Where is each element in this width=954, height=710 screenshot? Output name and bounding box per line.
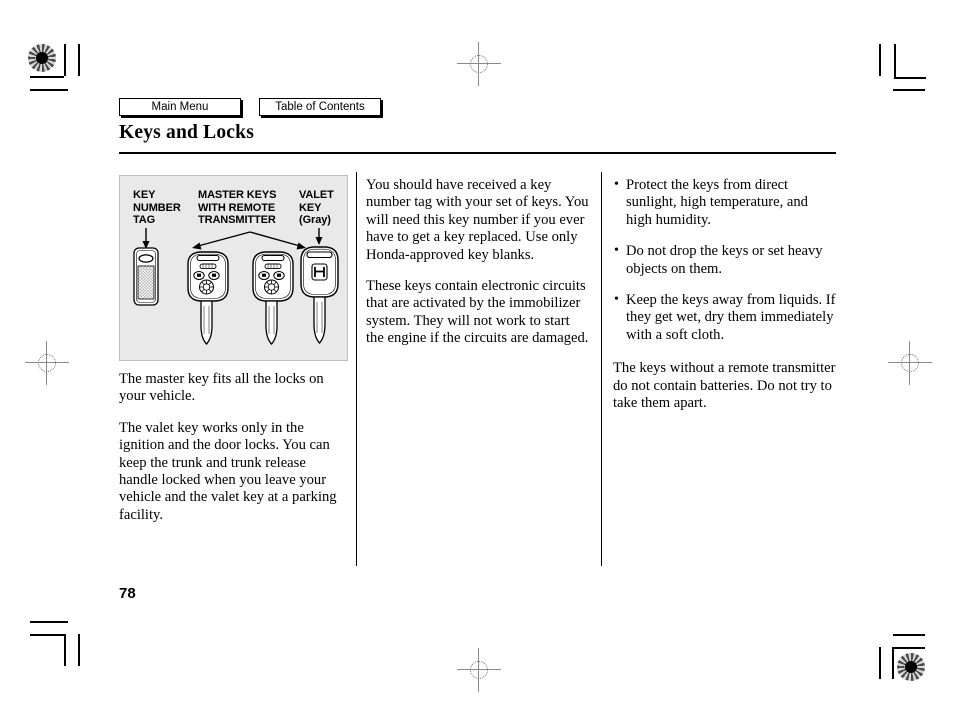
crop-mark-top-right-horizontal-outer — [893, 89, 925, 91]
remote-key-fob-icon-right — [252, 251, 294, 345]
registration-target-bottom-right — [897, 653, 925, 681]
column-divider-left — [356, 172, 357, 566]
navigation-bar: Main Menu Table of Contents — [119, 98, 381, 116]
crop-mark-bottom-right-horizontal-inner — [892, 647, 925, 649]
key-tag-icon — [133, 247, 159, 306]
registration-crosshair-top — [457, 42, 501, 86]
right-column-text: Protect the keys from direct sunlight, h… — [613, 176, 837, 412]
crop-mark-bottom-right-vertical-outer — [879, 647, 881, 679]
arrow-to-valet-key — [315, 228, 323, 245]
registration-crosshair-bottom — [457, 648, 501, 692]
middle-paragraph-1: You should have received a key number ta… — [366, 177, 589, 263]
left-column-text: The master key fits all the locks on you… — [119, 371, 347, 524]
keys-illustration — [133, 228, 339, 345]
middle-paragraph-2: These keys contain electronic circuits t… — [366, 278, 589, 347]
left-paragraph-1: The master key fits all the locks on you… — [119, 371, 324, 405]
table-of-contents-button-label: Table of Contents — [275, 101, 365, 113]
crop-mark-bottom-left-horizontal-inner — [30, 634, 64, 636]
right-paragraph-1: The keys without a remote transmitter do… — [613, 360, 836, 412]
crop-mark-top-left-vertical-outer — [78, 44, 80, 76]
crop-mark-bottom-left-horizontal-outer — [30, 621, 68, 623]
crop-mark-bottom-left-vertical-outer — [78, 634, 80, 666]
honda-key-icon — [300, 246, 339, 344]
title-divider — [119, 152, 836, 154]
arrow-to-key-tag — [142, 228, 150, 249]
keys-figure: KEY NUMBER TAG MASTER KEYS WITH REMOTE T… — [119, 175, 348, 361]
care-instructions-list: Protect the keys from direct sunlight, h… — [613, 176, 837, 344]
registration-crosshair-right — [888, 341, 932, 385]
manual-page: Main Menu Table of Contents Keys and Loc… — [0, 0, 954, 710]
registration-target-top-left — [28, 44, 56, 72]
crop-mark-top-right-vertical-inner — [894, 44, 896, 78]
crop-mark-top-right-horizontal-inner — [894, 77, 926, 79]
crop-mark-top-left-horizontal-inner — [30, 76, 64, 78]
remote-key-fob-icon-left — [187, 251, 229, 345]
main-menu-button[interactable]: Main Menu — [119, 98, 241, 116]
list-item: Keep the keys away from liquids. If they… — [613, 291, 837, 344]
crop-mark-top-right-vertical-outer — [879, 44, 881, 76]
registration-crosshair-left — [25, 341, 69, 385]
arrow-to-master-keys — [192, 231, 306, 250]
crop-mark-bottom-right-horizontal-outer — [893, 634, 925, 636]
crop-mark-bottom-right-vertical-inner — [892, 647, 894, 679]
crop-mark-bottom-left-vertical-inner — [64, 634, 66, 666]
left-paragraph-2: The valet key works only in the ignition… — [119, 419, 337, 523]
table-of-contents-button[interactable]: Table of Contents — [259, 98, 381, 116]
list-item: Protect the keys from direct sunlight, h… — [613, 176, 837, 229]
middle-column-text: You should have received a key number ta… — [366, 177, 590, 348]
list-item: Do not drop the keys or set heavy object… — [613, 242, 837, 278]
crop-mark-top-left-horizontal-outer — [30, 89, 68, 91]
page-number: 78 — [119, 585, 136, 602]
main-menu-button-label: Main Menu — [151, 101, 209, 113]
column-divider-right — [601, 172, 602, 566]
page-title: Keys and Locks — [119, 122, 254, 143]
crop-mark-top-left-vertical-inner — [64, 44, 66, 76]
